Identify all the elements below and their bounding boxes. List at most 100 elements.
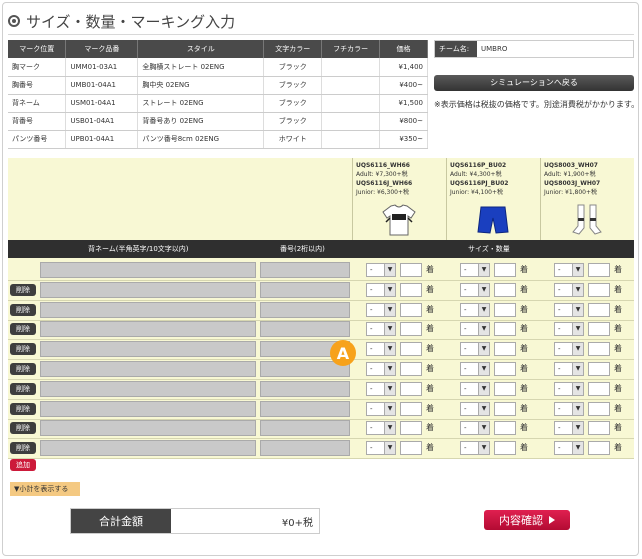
size-select[interactable]: - ▼ <box>554 322 584 337</box>
quantity-input[interactable] <box>588 342 610 357</box>
col-header: フチカラー <box>321 40 380 58</box>
size-select[interactable]: - ▼ <box>554 282 584 297</box>
quantity-input[interactable] <box>400 263 422 277</box>
delete-button[interactable]: 削除 <box>10 343 36 356</box>
quantity-input[interactable] <box>588 282 610 297</box>
number-input[interactable] <box>260 301 350 318</box>
size-select[interactable]: - ▼ <box>366 401 396 416</box>
quantity-input[interactable] <box>494 421 516 436</box>
quantity-input[interactable] <box>494 282 516 297</box>
size-select[interactable]: - ▼ <box>554 381 584 396</box>
quantity-input[interactable] <box>400 362 422 376</box>
quantity-input[interactable] <box>494 302 516 317</box>
size-select[interactable]: - ▼ <box>554 342 584 357</box>
size-select[interactable]: - ▼ <box>554 441 584 456</box>
size-select[interactable]: - ▼ <box>366 282 396 297</box>
size-select[interactable]: - ▼ <box>460 441 490 456</box>
quantity-input[interactable] <box>494 381 516 396</box>
quantity-unit: 着 <box>426 344 434 354</box>
size-select[interactable]: - ▼ <box>460 263 490 277</box>
delete-button[interactable]: 削除 <box>10 402 36 415</box>
quantity-input[interactable] <box>588 421 610 436</box>
quantity-input[interactable] <box>588 322 610 337</box>
quantity-input[interactable] <box>494 362 516 376</box>
delete-button[interactable]: 削除 <box>10 363 36 375</box>
name-input[interactable] <box>40 380 256 397</box>
quantity-input[interactable] <box>400 421 422 436</box>
size-select[interactable]: - ▼ <box>366 421 396 436</box>
name-input[interactable] <box>40 341 256 358</box>
name-input[interactable] <box>40 420 256 437</box>
quantity-input[interactable] <box>588 401 610 416</box>
quantity-input[interactable] <box>400 441 422 456</box>
size-select[interactable]: - ▼ <box>554 421 584 436</box>
size-select[interactable]: - ▼ <box>460 282 490 297</box>
number-input[interactable] <box>260 440 350 457</box>
name-input[interactable] <box>40 400 256 417</box>
number-input[interactable] <box>260 400 350 417</box>
quantity-input[interactable] <box>588 263 610 277</box>
quantity-input[interactable] <box>400 302 422 317</box>
chevron-down-icon: ▼ <box>384 303 395 316</box>
delete-button[interactable]: 削除 <box>10 382 36 395</box>
quantity-input[interactable] <box>400 401 422 416</box>
delete-button[interactable]: 削除 <box>10 303 36 316</box>
size-select[interactable]: - ▼ <box>554 362 584 376</box>
quantity-input[interactable] <box>494 441 516 456</box>
number-input[interactable] <box>260 262 350 278</box>
size-select[interactable]: - ▼ <box>554 302 584 317</box>
delete-button[interactable]: 削除 <box>10 283 36 296</box>
size-select[interactable]: - ▼ <box>460 362 490 376</box>
quantity-unit: 着 <box>614 403 622 413</box>
back-to-simulation-button[interactable]: シミュレーションへ戻る <box>434 75 634 91</box>
size-select[interactable]: - ▼ <box>366 441 396 456</box>
marking-cell: UMB01-04A1 <box>65 76 139 95</box>
quantity-input[interactable] <box>400 342 422 357</box>
quantity-input[interactable] <box>494 342 516 357</box>
quantity-unit: 着 <box>520 383 528 393</box>
quantity-input[interactable] <box>494 263 516 277</box>
size-select[interactable]: - ▼ <box>366 362 396 376</box>
marking-cell <box>321 130 380 149</box>
size-select[interactable]: - ▼ <box>460 302 490 317</box>
add-row-button[interactable]: 追加 <box>10 459 36 471</box>
delete-button[interactable]: 削除 <box>10 323 36 336</box>
name-input[interactable] <box>40 361 256 377</box>
delete-button[interactable]: 削除 <box>10 442 36 455</box>
size-select[interactable]: - ▼ <box>366 381 396 396</box>
quantity-input[interactable] <box>494 401 516 416</box>
quantity-input[interactable] <box>494 322 516 337</box>
size-select[interactable]: - ▼ <box>460 381 490 396</box>
quantity-unit: 着 <box>614 265 622 274</box>
number-input[interactable] <box>260 321 350 338</box>
name-input[interactable] <box>40 440 256 457</box>
quantity-input[interactable] <box>588 362 610 376</box>
name-input[interactable] <box>40 281 256 298</box>
size-select[interactable]: - ▼ <box>366 342 396 357</box>
quantity-input[interactable] <box>400 381 422 396</box>
size-select[interactable]: - ▼ <box>460 322 490 337</box>
number-input[interactable] <box>260 380 350 397</box>
size-select[interactable]: - ▼ <box>366 302 396 317</box>
size-select[interactable]: - ▼ <box>366 263 396 277</box>
size-select[interactable]: - ▼ <box>554 401 584 416</box>
quantity-unit: 着 <box>614 324 622 334</box>
show-subtotal-button[interactable]: ▼小計を表示する <box>10 482 80 496</box>
quantity-input[interactable] <box>400 322 422 337</box>
delete-button[interactable]: 削除 <box>10 422 36 435</box>
quantity-input[interactable] <box>588 381 610 396</box>
size-select[interactable]: - ▼ <box>460 401 490 416</box>
number-input[interactable] <box>260 420 350 437</box>
name-input[interactable] <box>40 262 256 278</box>
quantity-input[interactable] <box>400 282 422 297</box>
name-input[interactable] <box>40 301 256 318</box>
quantity-input[interactable] <box>588 302 610 317</box>
size-select[interactable]: - ▼ <box>460 421 490 436</box>
size-select[interactable]: - ▼ <box>554 263 584 277</box>
number-input[interactable] <box>260 281 350 298</box>
confirm-button[interactable]: 内容確認 <box>484 510 570 530</box>
name-input[interactable] <box>40 321 256 338</box>
size-select[interactable]: - ▼ <box>366 322 396 337</box>
quantity-input[interactable] <box>588 441 610 456</box>
size-select[interactable]: - ▼ <box>460 342 490 357</box>
